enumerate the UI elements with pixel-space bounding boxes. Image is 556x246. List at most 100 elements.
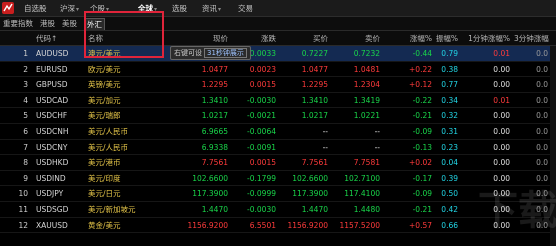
cell-pct: +0.12 (409, 80, 432, 90)
table-row[interactable]: 12 XAUUSD 黄金/美元 1156.9200 6.5501 1156.9200 115… (0, 218, 556, 234)
market-sub-tabs: 重要指数 港股 美股 外汇 (0, 17, 556, 31)
top-tab-stock[interactable]: 个股▾ (90, 3, 109, 15)
cell-code: USDCHF (36, 111, 68, 121)
cell-price: 1.0217 (201, 111, 228, 121)
cell-price: 1.3410 (201, 95, 228, 105)
cell-price: 1.2295 (201, 80, 228, 90)
header-change[interactable]: 涨跌 (228, 31, 276, 46)
cell-amplitude: 0.32 (441, 111, 458, 121)
top-tab-shsz[interactable]: 沪深▾ (60, 3, 79, 15)
cell-buy: 102.6600 (292, 173, 328, 183)
cell-pct: -0.21 (412, 111, 432, 121)
cell-name: 美元/人民币 (88, 127, 129, 136)
top-tab-label: 沪深 (60, 4, 75, 13)
cell-code: EURUSD (36, 64, 68, 74)
table-row[interactable]: 10 USDJPY 美元/日元 117.3900 -0.0999 117.3900 117.… (0, 186, 556, 202)
cell-amplitude: 0.38 (441, 64, 458, 74)
sub-tab-forex[interactable]: 外汇 (84, 18, 105, 30)
cell-3min: 0.0 (536, 127, 548, 136)
cell-buy: 7.7561 (301, 158, 328, 168)
cell-1min: 0.00 (493, 64, 510, 74)
cell-code: USDCAD (36, 95, 69, 105)
row-number: 11 (18, 205, 28, 214)
top-nav-bar: 自选股 沪深▾ 个股▾ 全球▾ 选股 资讯▾ 交易 (0, 0, 556, 17)
header-name[interactable]: 名称 (88, 31, 138, 46)
cell-name: 美元/瑞郎 (88, 111, 121, 121)
cell-change: -0.0091 (247, 142, 276, 152)
cell-sell: 1.0221 (353, 111, 380, 121)
tooltip-hint-text: 右键可设 (174, 49, 202, 57)
header-price[interactable]: 现价 (170, 31, 228, 46)
row-number: 3 (23, 80, 28, 90)
cell-3min: 0.0 (536, 64, 548, 74)
cell-code: USDJPY (36, 189, 64, 199)
table-row[interactable]: 5 USDCHF 美元/瑞郎 1.0217 -0.0021 1.0217 1.0221 -0.… (0, 108, 556, 124)
cell-pct: +0.22 (409, 64, 432, 74)
table-row[interactable]: 8 USDHKD 美元/港币 7.7561 0.0015 7.7561 7.7581 +0.0… (0, 155, 556, 171)
header-code[interactable]: 代码↑ (36, 31, 81, 46)
sub-tab-hk[interactable]: 港股 (38, 18, 57, 30)
row-number: 12 (18, 220, 28, 230)
chevron-down-icon: ▾ (106, 6, 110, 13)
cell-3min: 0.0 (536, 142, 548, 152)
top-tab-news[interactable]: 资讯▾ (202, 3, 221, 15)
cell-3min: 0.0 (536, 158, 548, 168)
header-amplitude[interactable]: 振幅% (432, 31, 458, 46)
cell-amplitude: 0.04 (441, 158, 458, 168)
header-pct[interactable]: 涨幅% (380, 31, 432, 46)
cell-pct: -0.44 (412, 49, 432, 58)
cell-name: 美元/人民币 (88, 142, 129, 152)
table-row[interactable]: 7 USDCNY 美元/人民币 6.9338 -0.0091 -- -- -0.13 0.23 0… (0, 140, 556, 156)
table-row[interactable]: 2 EURUSD 欧元/美元 1.0477 0.0023 1.0477 1.0481 +0.2… (0, 62, 556, 78)
cell-buy: 1.0477 (301, 64, 328, 74)
cell-pct: +0.02 (409, 158, 432, 168)
table-row[interactable]: 3 GBPUSD 英镑/美元 1.2295 0.0015 1.2295 1.2304 +0.1… (0, 77, 556, 93)
watermark-logo: 下载吧 (478, 188, 556, 234)
top-tab-watchlist[interactable]: 自选股 (24, 3, 47, 15)
sub-tab-indices[interactable]: 重要指数 (1, 18, 35, 30)
cell-amplitude: 0.31 (441, 127, 458, 136)
cell-name: 美元/印度 (88, 173, 121, 183)
cell-buy: 1.2295 (301, 80, 328, 90)
cell-code: USDSGD (36, 205, 69, 214)
table-row[interactable]: 4 USDCAD 美元/加元 1.3410 -0.0030 1.3410 1.3419 -0.… (0, 93, 556, 109)
table-row[interactable]: 1AUDUSD澳元/美元0.7227-0.00330.72270.7232-0.… (0, 46, 556, 62)
cell-amplitude: 0.66 (441, 220, 458, 230)
cell-sell: 1.0481 (353, 64, 380, 74)
cell-pct: -0.13 (412, 142, 432, 152)
cell-buy: -- (322, 127, 328, 136)
cell-change: 0.0023 (249, 64, 276, 74)
table-row[interactable]: 11 USDSGD 美元/新加坡元 1.4470 -0.0030 1.4470 1.4480… (0, 202, 556, 218)
cell-change: -0.1799 (247, 173, 276, 183)
sub-tab-us[interactable]: 美股 (60, 18, 79, 30)
cell-1min: 0.01 (493, 49, 510, 58)
top-tab-label: 自选股 (24, 4, 47, 13)
cell-amplitude: 0.79 (441, 49, 458, 58)
table-row[interactable]: 9 USDIND 美元/印度 102.6600 -0.1799 102.6600 102.7… (0, 171, 556, 187)
cell-sell: 1.4480 (353, 205, 380, 214)
top-tab-trade[interactable]: 交易 (238, 3, 253, 15)
cell-code: USDIND (36, 173, 66, 183)
header-sell[interactable]: 卖价 (328, 31, 380, 46)
row-number: 5 (23, 111, 28, 121)
header-buy[interactable]: 买价 (276, 31, 328, 46)
cell-sell: 0.7232 (353, 49, 380, 58)
app-logo-icon[interactable] (2, 2, 14, 14)
cell-sell: -- (374, 127, 380, 136)
chevron-down-icon: ▾ (76, 6, 80, 13)
tooltip-highlight-text: 31秒钟展示 (204, 48, 247, 58)
cell-name: 美元/港币 (88, 158, 121, 168)
cell-buy: 0.7227 (301, 49, 328, 58)
cell-pct: -0.22 (412, 95, 432, 105)
top-tab-global[interactable]: 全球▾ (138, 3, 157, 15)
row-number: 6 (23, 127, 28, 136)
cell-price: 1.0477 (201, 64, 228, 74)
top-tab-screener[interactable]: 选股 (172, 3, 187, 15)
cell-change: 0.0015 (249, 80, 276, 90)
cell-name: 美元/新加坡元 (88, 205, 136, 214)
cell-sell: 1.3419 (353, 95, 380, 105)
header-3min[interactable]: 3分钟涨幅 (514, 31, 556, 46)
row-number: 2 (23, 64, 28, 74)
header-1min[interactable]: 1分钟涨幅% (460, 31, 510, 46)
table-row[interactable]: 6 USDCNH 美元/人民币 6.9665 -0.0064 -- -- -0.09 0.31 0… (0, 124, 556, 140)
